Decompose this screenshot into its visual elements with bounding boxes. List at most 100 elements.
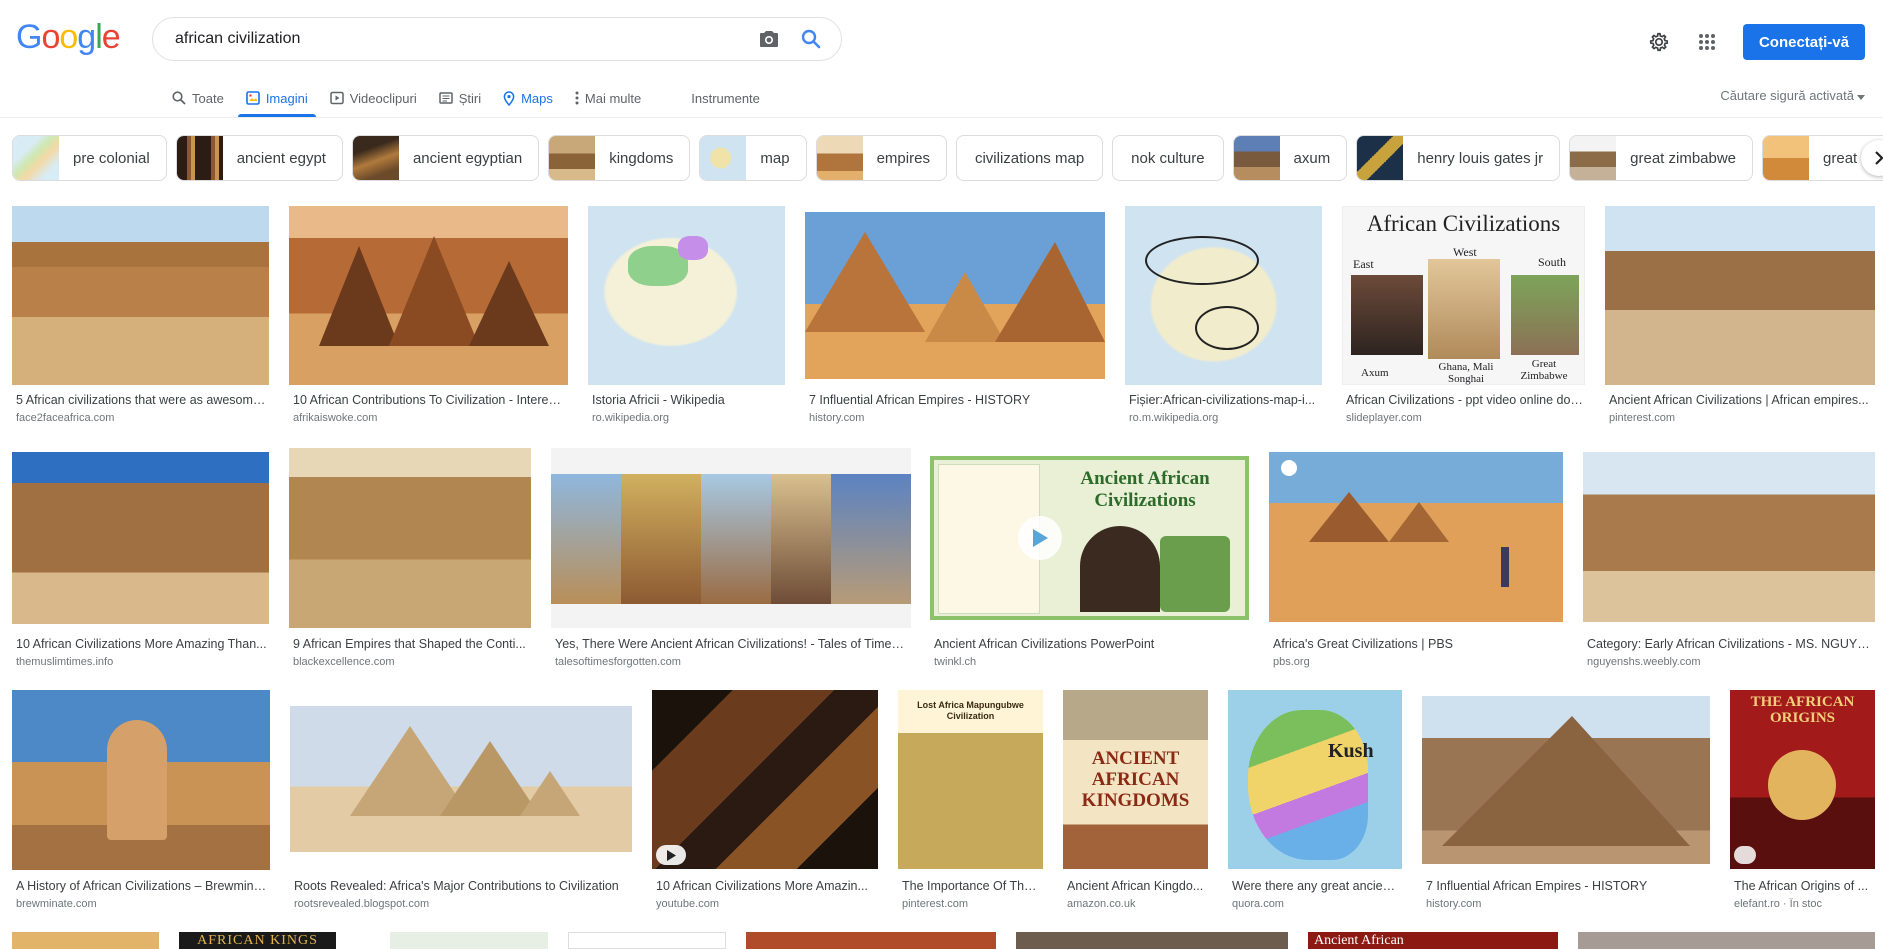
result-thumbnail [289,448,531,628]
tab-videos[interactable]: Videoclipuri [329,82,417,114]
image-result[interactable]: Lost Africa Mapungubwe Civilization The … [898,690,1043,910]
search-icon[interactable] [799,27,823,51]
google-logo[interactable]: Google [16,18,121,57]
image-result[interactable]: Fișier:African-civilizations-map-i... ro… [1125,206,1322,426]
signin-button[interactable]: Conectați-vă [1742,24,1865,60]
map-pin-icon [503,90,515,106]
chip-label: axum [1293,149,1331,167]
result-title: Ancient African Kingdo... [1067,879,1204,893]
logo-letter: o [59,18,78,56]
search-input[interactable] [173,29,739,49]
partial-title-ancient: Ancient African [1314,933,1404,948]
chip-axum[interactable]: axum [1232,135,1348,181]
image-result[interactable]: A History of African Civilizations – Bre… [12,690,270,910]
apps-grid-icon[interactable] [1687,22,1727,62]
chip-henry-louis-gates-jr[interactable]: henry louis gates jr [1356,135,1561,181]
camera-icon[interactable] [757,27,781,51]
image-icon [246,91,260,105]
result-thumbnail [652,690,878,869]
partial-title-kings: AFRICAN KINGS [197,933,318,948]
tab-maps[interactable]: Maps [503,82,553,114]
result-title: Category: Early African Civilizations - … [1587,637,1873,651]
result-source: themuslimtimes.info [16,656,114,668]
chip-ancient-egyptian[interactable]: ancient egyptian [351,135,540,181]
image-result-partial[interactable] [746,932,996,949]
result-title: The Importance Of The... [902,879,1041,893]
result-source: youtube.com [656,898,719,910]
result-thumbnail: ANCIENT AFRICAN KINGDOMS [1063,690,1208,869]
chip-map[interactable]: map [699,135,807,181]
tools-button[interactable]: Instrumente [691,82,760,114]
result-thumbnail: African Civilizations East West South Ax… [1342,206,1585,385]
chip-label: pre colonial [73,149,150,167]
chip-ancient-egypt[interactable]: ancient egypt [175,135,343,181]
chip-thumbnail [13,136,59,180]
image-result-partial[interactable]: AFRICAN KINGS [179,932,336,949]
tab-news[interactable]: Știri [438,82,481,114]
image-result-partial[interactable] [1578,932,1875,949]
result-source: slideplayer.com [1346,412,1422,424]
tab-images[interactable]: Imagini [237,82,316,117]
slide-place-ghana: Ghana, Mali Songhai [1438,361,1494,385]
image-result[interactable]: 10 African Contributions To Civilization… [289,206,568,426]
image-result[interactable]: 7 Influential African Empires - HISTORY … [1422,690,1710,910]
result-thumbnail [551,448,911,628]
chip-thumbnail [1570,136,1617,180]
chip-great-zimbabwe[interactable]: great zimbabwe [1569,135,1754,181]
image-result[interactable]: Africa's Great Civilizations | PBS pbs.o… [1269,448,1563,668]
chip-empires[interactable]: empires [815,135,947,181]
logo-letter: g [77,18,96,56]
result-source: quora.com [1232,898,1284,910]
image-result[interactable]: 9 African Empires that Shaped the Conti.… [289,448,532,668]
chip-thumbnail [176,136,223,180]
chip-label: ancient egyptian [412,149,523,167]
result-source: nguyenshs.weebly.com [1587,656,1701,668]
result-source: blackexcellence.com [293,656,395,668]
result-thumbnail [12,206,269,385]
safesearch-toggle[interactable]: Căutare sigură activată [1720,88,1865,103]
image-result-partial[interactable] [568,932,726,949]
tab-label: Maps [521,90,553,106]
chip-pre-colonial[interactable]: pre colonial [12,135,167,181]
chip-kingdoms[interactable]: kingdoms [548,135,691,181]
result-thumbnail [290,706,632,852]
image-result[interactable]: 10 African Civilizations More Amazing Th… [12,448,269,668]
image-result[interactable]: Yes, There Were Ancient African Civiliza… [551,448,911,668]
tab-more[interactable]: Mai multe [575,82,641,114]
tag-icon [1734,846,1756,864]
chip-civilizations-map[interactable]: civilizations map [955,135,1104,181]
result-source: ro.wikipedia.org [592,412,670,424]
video-icon [329,91,344,105]
image-result[interactable]: Ancient African Civilizations Ancient Af… [930,448,1249,668]
settings-icon[interactable] [1639,22,1679,62]
safesearch-label: Căutare sigură activată [1720,88,1854,103]
image-result[interactable]: Kush Were there any great ancient... quo… [1228,690,1402,910]
tab-all[interactable]: Toate [172,82,224,114]
caret-down-icon [1857,88,1865,103]
tab-label: Toate [192,90,224,106]
chip-nok-culture[interactable]: nok culture [1112,135,1224,181]
image-result[interactable]: 5 African civilizations that were as awe… [12,206,269,426]
image-result[interactable]: 7 Influential African Empires - HISTORY … [805,206,1105,426]
image-result[interactable]: African Civilizations East West South Ax… [1342,206,1585,426]
image-result-partial[interactable] [1016,932,1288,949]
image-result[interactable]: Roots Revealed: Africa's Major Contribut… [290,690,632,910]
slide-title: African Civilizations [1366,211,1561,236]
result-thumbnail: Kush [1228,690,1402,869]
result-thumbnail [1583,452,1875,622]
logo-letter: o [41,18,60,56]
image-result[interactable]: Category: Early African Civilizations - … [1583,448,1875,668]
image-result[interactable]: Ancient African Civilizations | African … [1605,206,1875,426]
image-result[interactable]: Istoria Africii - Wikipedia ro.wikipedia… [588,206,785,426]
image-result-partial[interactable]: Ancient African [1308,932,1558,949]
image-result[interactable]: THE AFRICAN ORIGINS The African Origins … [1730,690,1875,910]
tab-label: Imagini [265,90,308,106]
image-result[interactable]: ANCIENT AFRICAN KINGDOMS Ancient African… [1063,690,1208,910]
result-title: A History of African Civilizations – Bre… [16,879,268,893]
image-result-partial[interactable] [390,932,548,949]
image-result[interactable]: 10 African Civilizations More Amazin... … [652,690,878,910]
result-title: The African Origins of ... [1734,879,1869,893]
result-title: Africa's Great Civilizations | PBS [1273,637,1453,651]
image-result-partial[interactable] [12,932,159,949]
result-title: 5 African civilizations that were as awe… [16,393,267,407]
